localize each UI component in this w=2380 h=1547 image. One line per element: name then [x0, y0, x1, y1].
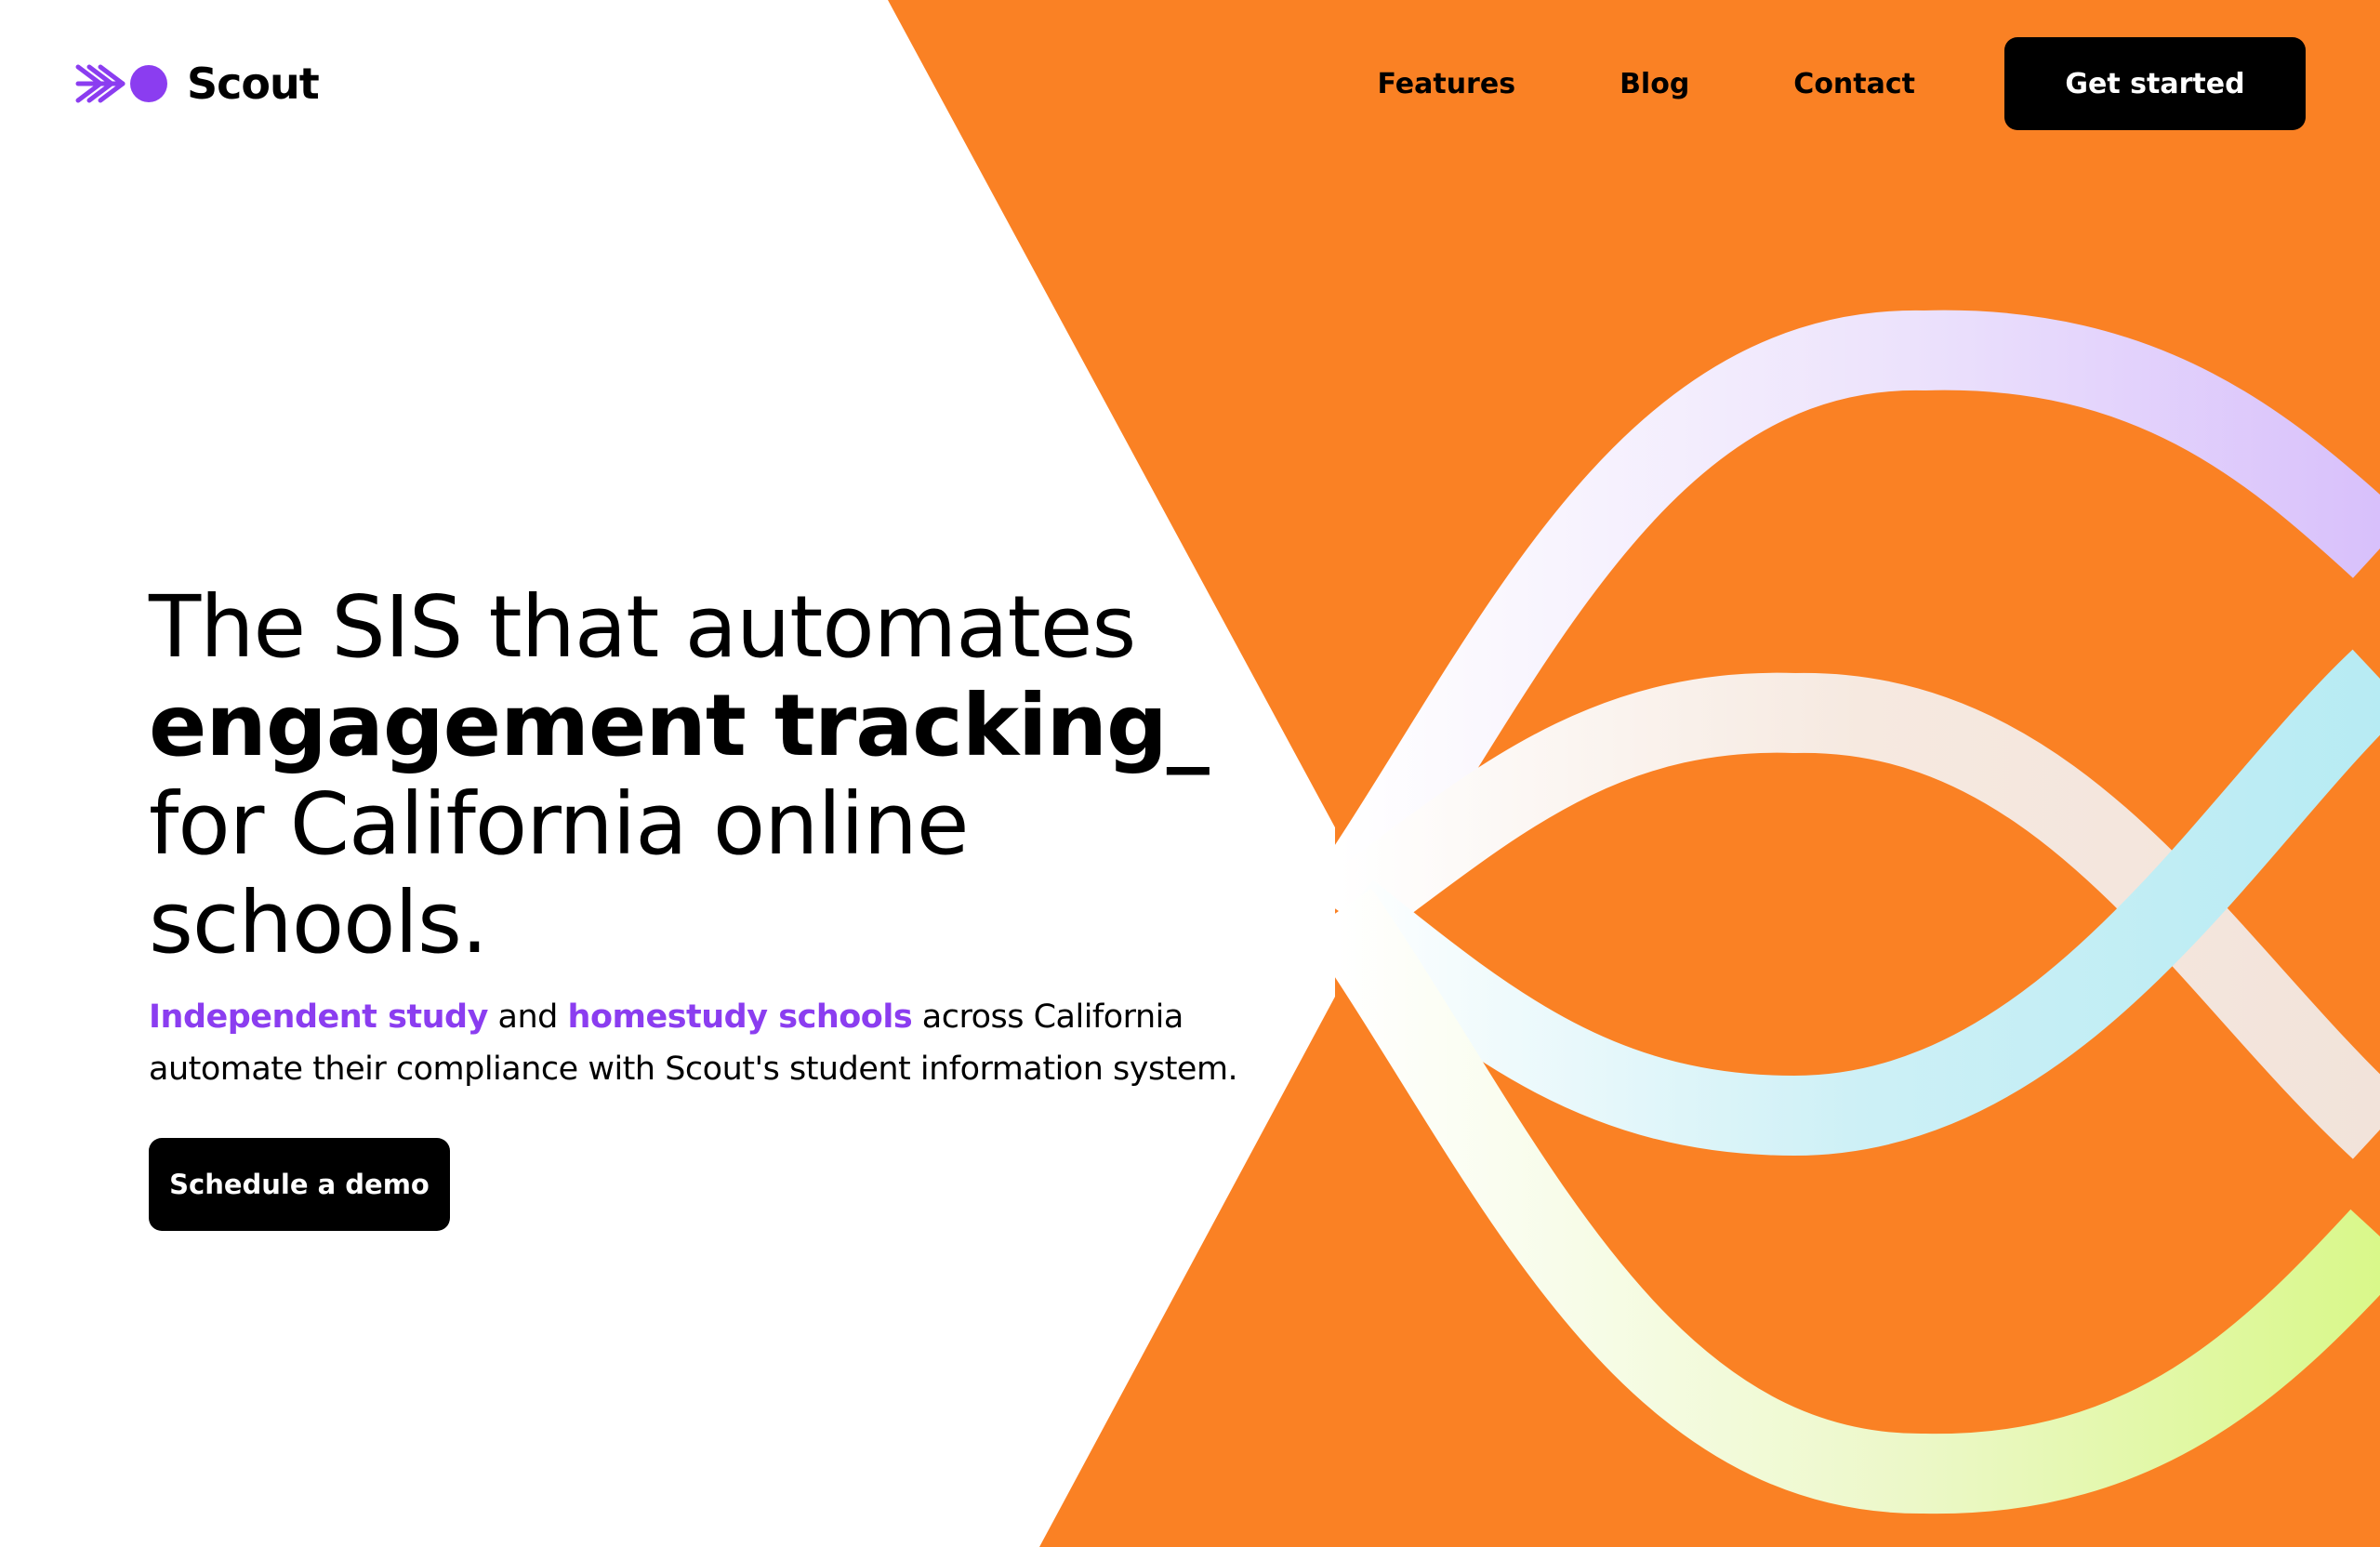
- main-nav: Features Blog Contact Get started: [1377, 37, 2306, 130]
- subheading-rest: across California: [912, 998, 1184, 1036]
- scout-logo-icon: [75, 64, 167, 103]
- headline-line-1: The SIS that automates: [149, 577, 1136, 677]
- subheading-and: and: [487, 998, 568, 1036]
- hero-section: The SIS that automates engagement tracki…: [149, 578, 1357, 1231]
- nav-link-contact[interactable]: Contact: [1793, 68, 1915, 100]
- nav-link-features[interactable]: Features: [1377, 68, 1515, 100]
- nav-link-blog[interactable]: Blog: [1620, 68, 1689, 100]
- subheading-line-2: automate their compliance with Scout's s…: [149, 1051, 1238, 1088]
- site-header: Scout Features Blog Contact Get started: [0, 0, 2380, 167]
- hero-subheading: Independent study and homestudy schools …: [149, 991, 1357, 1095]
- logo-link[interactable]: Scout: [73, 58, 320, 110]
- homestudy-schools-link[interactable]: homestudy schools: [568, 998, 913, 1036]
- headline-cursor: _: [1166, 676, 1210, 775]
- independent-study-link[interactable]: Independent study: [149, 998, 488, 1036]
- hero-headline: The SIS that automates engagement tracki…: [149, 578, 1357, 972]
- subheading-line-1: Independent study and homestudy schools …: [149, 991, 1357, 1043]
- headline-line-2: engagement tracking_: [149, 677, 1357, 775]
- brand-name: Scout: [187, 59, 320, 109]
- headline-line-4: schools.: [149, 873, 488, 972]
- headline-emphasis: engagement tracking: [149, 676, 1168, 775]
- schedule-demo-button[interactable]: Schedule a demo: [149, 1138, 450, 1231]
- headline-line-3: for California online: [149, 774, 969, 874]
- get-started-button[interactable]: Get started: [2004, 37, 2306, 130]
